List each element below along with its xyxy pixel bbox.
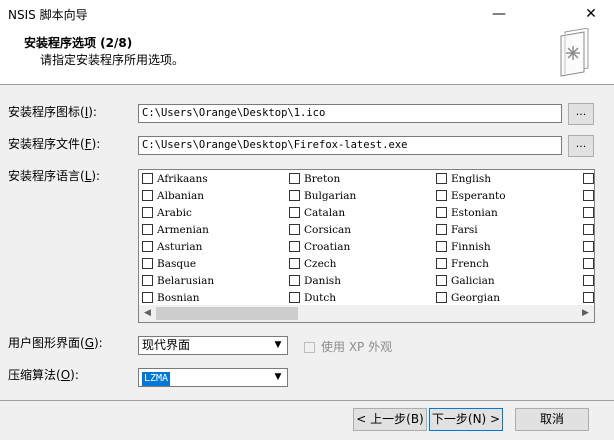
language-checkbox[interactable]: [436, 241, 447, 252]
scroll-left-icon[interactable]: ◀: [139, 305, 156, 322]
language-checkbox[interactable]: [142, 292, 153, 303]
language-checkbox[interactable]: [289, 207, 300, 218]
scrollbar-thumb[interactable]: [156, 307, 298, 320]
language-checkbox[interactable]: [436, 275, 447, 286]
language-checkbox[interactable]: [583, 275, 594, 286]
language-item[interactable]: Armenian: [142, 222, 209, 239]
language-item[interactable]: Czech: [289, 256, 336, 273]
installer-file-field[interactable]: C:\Users\Orange\Desktop\Firefox-latest.e…: [138, 136, 562, 155]
language-item[interactable]: Galician: [436, 273, 495, 290]
window-title: NSIS 脚本向导: [8, 8, 88, 22]
compression-select[interactable]: LZMA ▼: [138, 368, 288, 387]
language-checkbox[interactable]: [142, 207, 153, 218]
language-checkbox[interactable]: [583, 292, 594, 303]
language-item[interactable]: Farsi: [436, 222, 478, 239]
language-checkbox[interactable]: [289, 173, 300, 184]
language-checkbox[interactable]: [289, 241, 300, 252]
language-checkbox[interactable]: [583, 173, 594, 184]
title-bar: NSIS 脚本向导 — ✕: [0, 0, 614, 28]
language-item[interactable]: Albanian: [142, 188, 204, 205]
language-checkbox[interactable]: [289, 224, 300, 235]
gui-select[interactable]: 现代界面 ▼: [138, 336, 288, 355]
language-checkbox[interactable]: [142, 241, 153, 252]
scroll-right-icon[interactable]: ▶: [577, 305, 594, 322]
language-item[interactable]: [583, 188, 594, 205]
installer-language-label: 安装程序语言(L):: [8, 169, 101, 183]
gui-label: 用户图形界面(G):: [8, 336, 103, 350]
language-item[interactable]: Croatian: [289, 239, 350, 256]
page-subtitle: 请指定安装程序所用选项。: [40, 53, 185, 67]
language-item[interactable]: Belarusian: [142, 273, 214, 290]
wizard-book-icon: [560, 28, 589, 77]
language-checkbox[interactable]: [289, 275, 300, 286]
next-button[interactable]: 下一步(N) >: [429, 408, 503, 431]
language-checkbox[interactable]: [583, 207, 594, 218]
language-item[interactable]: [583, 273, 594, 290]
language-item[interactable]: Danish: [289, 273, 341, 290]
installer-icon-field[interactable]: C:\Users\Orange\Desktop\1.ico: [138, 104, 562, 123]
language-checkbox[interactable]: [436, 258, 447, 269]
wizard-header: 安装程序选项 (2/8) 请指定安装程序所用选项。: [0, 28, 614, 85]
language-item[interactable]: French: [436, 256, 489, 273]
cancel-button[interactable]: 取消: [515, 408, 589, 431]
language-checkbox[interactable]: [142, 224, 153, 235]
language-item[interactable]: English: [436, 171, 491, 188]
language-item[interactable]: Afrikaans: [142, 171, 208, 188]
language-item[interactable]: [583, 222, 594, 239]
language-checkbox[interactable]: [289, 292, 300, 303]
back-button[interactable]: < 上一步(B): [353, 408, 427, 431]
language-checkbox[interactable]: [583, 241, 594, 252]
language-checkbox[interactable]: [436, 190, 447, 201]
compression-label: 压缩算法(O):: [8, 368, 79, 382]
language-item[interactable]: Asturian: [142, 239, 202, 256]
language-checkbox[interactable]: [583, 190, 594, 201]
language-checkbox[interactable]: [289, 258, 300, 269]
language-checkbox[interactable]: [583, 258, 594, 269]
language-checkbox[interactable]: [436, 292, 447, 303]
language-checkbox[interactable]: [436, 224, 447, 235]
browse-file-button[interactable]: ...: [568, 135, 594, 157]
language-horizontal-scrollbar[interactable]: ◀ ▶: [139, 305, 594, 322]
minimize-button[interactable]: —: [476, 0, 522, 28]
language-item[interactable]: Arabic: [142, 205, 192, 222]
xp-style-checkbox[interactable]: 使用 XP 外观: [304, 338, 392, 355]
language-item[interactable]: Estonian: [436, 205, 498, 222]
language-checkbox[interactable]: [142, 258, 153, 269]
language-list[interactable]: Afrikaans Albanian Arabic Armenian Astur…: [138, 169, 595, 323]
page-title: 安装程序选项 (2/8): [24, 36, 133, 50]
installer-file-label: 安装程序文件(F):: [8, 137, 101, 151]
language-checkbox[interactable]: [142, 275, 153, 286]
language-item[interactable]: Finnish: [436, 239, 491, 256]
language-item[interactable]: [583, 239, 594, 256]
language-item[interactable]: Esperanto: [436, 188, 506, 205]
browse-icon-button[interactable]: ...: [568, 103, 594, 125]
chevron-down-icon: ▼: [274, 340, 282, 350]
language-checkbox[interactable]: [142, 173, 153, 184]
language-item[interactable]: Corsican: [289, 222, 351, 239]
language-item[interactable]: Catalan: [289, 205, 345, 222]
language-item[interactable]: Bulgarian: [289, 188, 356, 205]
language-checkbox[interactable]: [142, 190, 153, 201]
language-item[interactable]: Breton: [289, 171, 340, 188]
language-item[interactable]: [583, 171, 594, 188]
language-checkbox[interactable]: [289, 190, 300, 201]
footer-divider: [0, 400, 614, 401]
language-checkbox[interactable]: [583, 224, 594, 235]
language-item[interactable]: [583, 256, 594, 273]
language-item[interactable]: Basque: [142, 256, 196, 273]
language-item[interactable]: [583, 205, 594, 222]
language-checkbox[interactable]: [436, 207, 447, 218]
checkbox-box: [304, 342, 315, 353]
chevron-down-icon: ▼: [274, 372, 282, 382]
language-checkbox[interactable]: [436, 173, 447, 184]
installer-icon-label: 安装程序图标(I):: [8, 105, 97, 119]
close-button[interactable]: ✕: [568, 0, 614, 28]
